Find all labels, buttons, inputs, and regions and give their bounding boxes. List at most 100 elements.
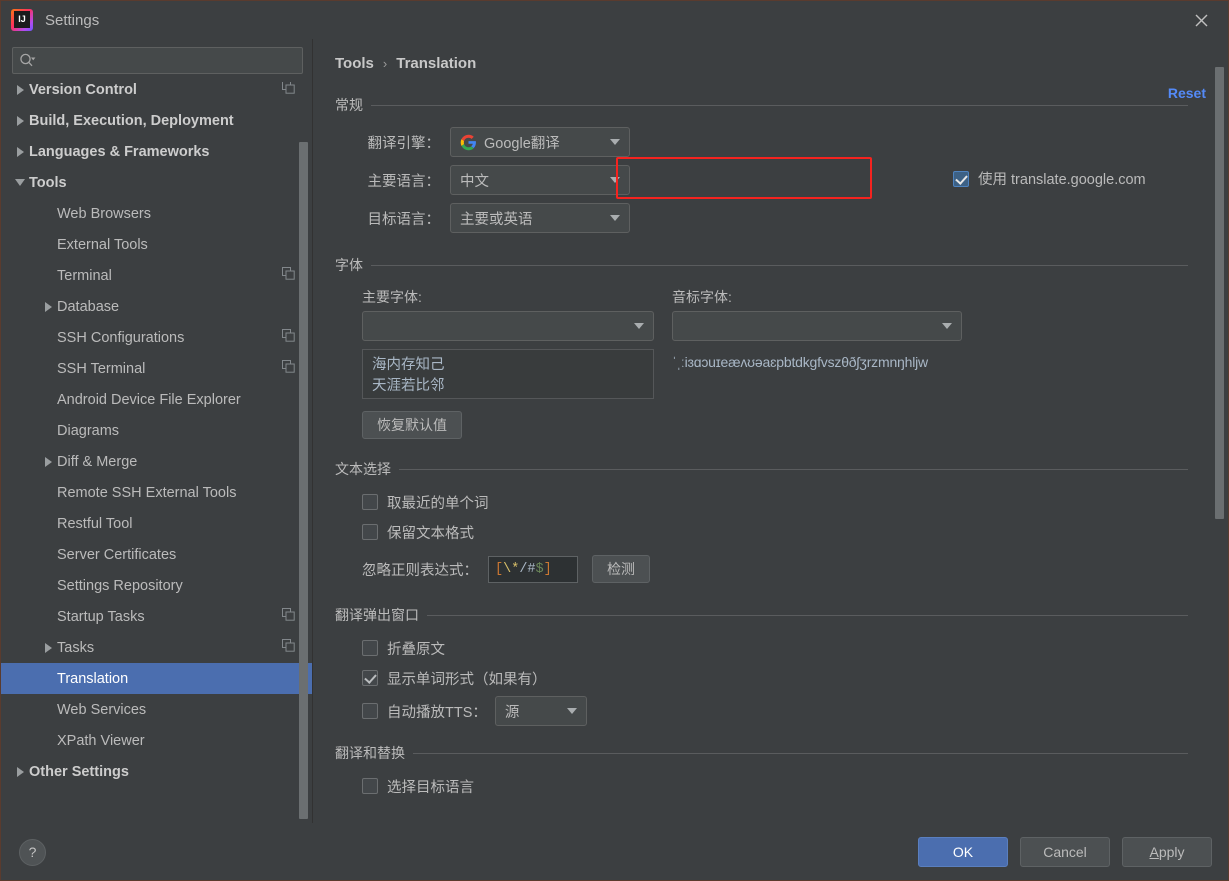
preview-line-2: 天涯若比邻 xyxy=(372,378,445,394)
chevron-right-icon[interactable] xyxy=(39,301,57,312)
title-bar: Settings xyxy=(1,1,1228,39)
target-language-value: 主要或英语 xyxy=(460,211,533,228)
sidebar-item-ssh-configurations[interactable]: SSH Configurations xyxy=(1,322,313,353)
settings-content: Tools › Translation Reset 常规 翻译引擎： Googl… xyxy=(313,39,1228,823)
fold-source-checkbox[interactable] xyxy=(362,640,378,656)
close-icon[interactable] xyxy=(1188,7,1214,33)
sidebar-item-label: SSH Terminal xyxy=(57,360,146,377)
sidebar-item-restful-tool[interactable]: Restful Tool xyxy=(1,508,313,539)
chevron-right-icon[interactable] xyxy=(39,642,57,653)
sidebar-item-web-browsers[interactable]: Web Browsers xyxy=(1,198,313,229)
copy-settings-icon[interactable] xyxy=(282,82,295,98)
sidebar-item-remote-ssh-external-tools[interactable]: Remote SSH External Tools xyxy=(1,477,313,508)
sidebar-item-other-settings[interactable]: Other Settings xyxy=(1,756,313,787)
group-divider xyxy=(371,264,1188,266)
phonetic-font-preview: ˈˌːiɜɑɔuɪeæʌʊəaɛpbtdkgfvszθðʃʒrzmnŋhljw xyxy=(672,354,928,370)
sidebar-item-database[interactable]: Database xyxy=(1,291,313,322)
auto-tts-checkbox[interactable] xyxy=(362,703,378,719)
sidebar-item-label: Languages & Frameworks xyxy=(29,143,210,160)
sidebar-item-external-tools[interactable]: External Tools xyxy=(1,229,313,260)
sidebar-item-version-control[interactable]: Version Control xyxy=(1,82,313,105)
sidebar-item-terminal[interactable]: Terminal xyxy=(1,260,313,291)
chevron-down-icon xyxy=(610,139,620,145)
content-scrollbar[interactable] xyxy=(1215,67,1224,519)
use-translate-google-checkbox[interactable] xyxy=(953,170,969,187)
chevron-right-icon[interactable] xyxy=(11,115,29,126)
row-use-translate-google[interactable]: 使用 translate.google.com xyxy=(953,168,1146,189)
regex-open-bracket: [ xyxy=(495,561,504,577)
group-divider xyxy=(371,104,1188,106)
row-auto-tts: 自动播放TTS： 源 xyxy=(362,696,1188,726)
sidebar-item-label: Translation xyxy=(57,670,129,687)
apply-mnemonic: A xyxy=(1149,844,1159,860)
chevron-right-icon[interactable] xyxy=(11,84,29,95)
sidebar-item-label: Settings Repository xyxy=(57,577,183,594)
sidebar-item-build-execution-deployment[interactable]: Build, Execution, Deployment xyxy=(1,105,313,136)
row-show-word-forms[interactable]: 显示单词形式（如果有） xyxy=(362,667,1188,689)
target-language-label: 目标语言： xyxy=(367,211,441,228)
breadcrumb-separator-icon: › xyxy=(382,55,388,71)
breadcrumb: Tools › Translation xyxy=(335,53,1188,73)
group-text-selection: 文本选择 取最近的单个词 保留文本格式 忽略正则表达式： [\* /# $]… xyxy=(335,459,1188,583)
chevron-right-glyph xyxy=(16,766,24,777)
chevron-right-glyph xyxy=(16,146,24,157)
sidebar-item-diff-merge[interactable]: Diff & Merge xyxy=(1,446,313,477)
sidebar-item-startup-tasks[interactable]: Startup Tasks xyxy=(1,601,313,632)
group-popup-header: 翻译弹出窗口 xyxy=(335,605,1188,625)
target-language-select[interactable]: 主要或英语 xyxy=(450,203,630,233)
primary-font-select[interactable] xyxy=(362,311,654,341)
primary-font-preview: 海内存知己 天涯若比邻 xyxy=(362,349,654,399)
sidebar-item-tasks[interactable]: Tasks xyxy=(1,632,313,663)
chevron-down-icon[interactable] xyxy=(11,179,29,186)
detect-button[interactable]: 检测 xyxy=(592,555,650,583)
chevron-right-icon[interactable] xyxy=(11,146,29,157)
group-popup-title: 翻译弹出窗口 xyxy=(335,607,419,623)
apply-button[interactable]: Apply xyxy=(1122,837,1212,867)
keep-format-checkbox[interactable] xyxy=(362,524,378,540)
help-button[interactable]: ? xyxy=(19,838,46,866)
ignore-regex-input[interactable]: [\*/# $] xyxy=(488,555,578,583)
sidebar-item-xpath-viewer[interactable]: XPath Viewer xyxy=(1,725,313,756)
sidebar-item-android-device-file-explorer[interactable]: Android Device File Explorer xyxy=(1,384,313,415)
sidebar-scrollbar[interactable] xyxy=(299,142,308,819)
sidebar-item-label: Diff & Merge xyxy=(57,453,138,470)
row-ignore-regex: 忽略正则表达式： [\*/# $] 检测 xyxy=(362,555,1188,583)
chevron-down-icon xyxy=(610,177,620,183)
sidebar-item-web-services[interactable]: Web Services xyxy=(1,694,313,725)
sidebar-item-translation[interactable]: Translation xyxy=(1,663,313,694)
copy-settings-icon[interactable] xyxy=(282,329,295,346)
breadcrumb-parent[interactable]: Tools xyxy=(335,55,374,72)
chevron-right-icon[interactable] xyxy=(11,766,29,777)
reset-link[interactable]: Reset xyxy=(1168,85,1206,101)
row-select-target-language[interactable]: 选择目标语言 xyxy=(362,775,1188,797)
sidebar-item-server-certificates[interactable]: Server Certificates xyxy=(1,539,313,570)
nearest-word-checkbox[interactable] xyxy=(362,494,378,510)
phonetic-font-column: 音标字体: ˈˌːiɜɑɔuɪeæʌʊəaɛpbtdkgfvszθðʃʒrzmn… xyxy=(672,287,972,439)
copy-settings-icon[interactable] xyxy=(282,608,295,625)
cancel-button[interactable]: Cancel xyxy=(1020,837,1110,867)
copy-settings-icon[interactable] xyxy=(282,360,295,377)
sidebar-item-ssh-terminal[interactable]: SSH Terminal xyxy=(1,353,313,384)
chevron-right-icon[interactable] xyxy=(39,456,57,467)
row-keep-format[interactable]: 保留文本格式 xyxy=(362,521,1188,543)
copy-settings-icon[interactable] xyxy=(282,267,295,284)
regex-plain: /# xyxy=(519,561,536,577)
sidebar-item-diagrams[interactable]: Diagrams xyxy=(1,415,313,446)
phonetic-font-select[interactable] xyxy=(672,311,962,341)
select-target-language-checkbox[interactable] xyxy=(362,778,378,794)
sidebar-item-settings-repository[interactable]: Settings Repository xyxy=(1,570,313,601)
tts-source-select[interactable]: 源 xyxy=(494,696,587,726)
row-fold-source[interactable]: 折叠原文 xyxy=(362,637,1188,659)
search-input[interactable] xyxy=(12,47,303,74)
row-nearest-word[interactable]: 取最近的单个词 xyxy=(362,491,1188,513)
show-word-forms-checkbox[interactable] xyxy=(362,670,378,686)
restore-defaults-button[interactable]: 恢复默认值 xyxy=(362,411,462,439)
primary-language-select[interactable]: 中文 xyxy=(450,165,630,195)
copy-settings-icon[interactable] xyxy=(282,639,295,656)
ok-button[interactable]: OK xyxy=(918,837,1008,867)
sidebar-item-languages-frameworks[interactable]: Languages & Frameworks xyxy=(1,136,313,167)
sidebar-item-tools[interactable]: Tools xyxy=(1,167,313,198)
engine-select[interactable]: Google翻译 xyxy=(450,127,630,157)
chevron-down-icon xyxy=(634,323,644,329)
group-fonts-body: 主要字体: 海内存知己 天涯若比邻 恢复默认值 音标字体: ˈˌːiɜɑɔuɪe… xyxy=(335,287,1188,439)
